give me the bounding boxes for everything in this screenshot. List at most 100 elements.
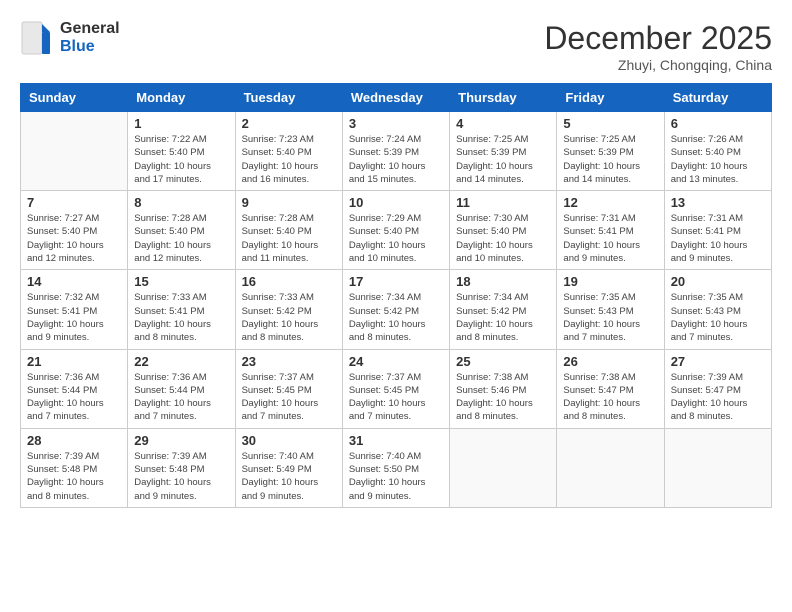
calendar-header-row: SundayMondayTuesdayWednesdayThursdayFrid… [21, 84, 772, 112]
day-number: 31 [349, 433, 443, 448]
day-number: 3 [349, 116, 443, 131]
day-number: 6 [671, 116, 765, 131]
day-info: Sunrise: 7:35 AMSunset: 5:43 PMDaylight:… [671, 291, 765, 344]
day-number: 12 [563, 195, 657, 210]
calendar-week-row: 1 Sunrise: 7:22 AMSunset: 5:40 PMDaylight… [21, 112, 772, 191]
day-number: 27 [671, 354, 765, 369]
day-number: 1 [134, 116, 228, 131]
day-number: 29 [134, 433, 228, 448]
column-header-saturday: Saturday [664, 84, 771, 112]
column-header-friday: Friday [557, 84, 664, 112]
day-info: Sunrise: 7:28 AMSunset: 5:40 PMDaylight:… [134, 212, 228, 265]
day-info: Sunrise: 7:35 AMSunset: 5:43 PMDaylight:… [563, 291, 657, 344]
column-header-tuesday: Tuesday [235, 84, 342, 112]
day-info: Sunrise: 7:38 AMSunset: 5:47 PMDaylight:… [563, 371, 657, 424]
day-info: Sunrise: 7:25 AMSunset: 5:39 PMDaylight:… [456, 133, 550, 186]
day-info: Sunrise: 7:32 AMSunset: 5:41 PMDaylight:… [27, 291, 121, 344]
day-number: 24 [349, 354, 443, 369]
day-info: Sunrise: 7:30 AMSunset: 5:40 PMDaylight:… [456, 212, 550, 265]
calendar-table: SundayMondayTuesdayWednesdayThursdayFrid… [20, 83, 772, 508]
calendar-cell: 11Sunrise: 7:30 AMSunset: 5:40 PMDayligh… [450, 191, 557, 270]
day-number: 23 [242, 354, 336, 369]
calendar-week-row: 7 Sunrise: 7:27 AMSunset: 5:40 PMDaylight… [21, 191, 772, 270]
day-number: 7 [27, 195, 121, 210]
day-number: 17 [349, 274, 443, 289]
day-info: Sunrise: 7:34 AMSunset: 5:42 PMDaylight:… [349, 291, 443, 344]
calendar-week-row: 28Sunrise: 7:39 AMSunset: 5:48 PMDayligh… [21, 428, 772, 507]
day-number: 9 [242, 195, 336, 210]
day-info: Sunrise: 7:23 AMSunset: 5:40 PMDaylight:… [242, 133, 336, 186]
calendar-cell: 7 Sunrise: 7:27 AMSunset: 5:40 PMDaylight… [21, 191, 128, 270]
column-header-wednesday: Wednesday [342, 84, 449, 112]
logo-text-blue: Blue [60, 38, 120, 56]
calendar-cell: 12 Sunrise: 7:31 AMSunset: 5:41 PMDayligh… [557, 191, 664, 270]
month-year-title: December 2025 [544, 20, 772, 57]
day-info: Sunrise: 7:40 AMSunset: 5:49 PMDaylight:… [242, 450, 336, 503]
calendar-cell: 17 Sunrise: 7:34 AMSunset: 5:42 PMDayligh… [342, 270, 449, 349]
calendar-cell: 19 Sunrise: 7:35 AMSunset: 5:43 PMDayligh… [557, 270, 664, 349]
calendar-cell: 28Sunrise: 7:39 AMSunset: 5:48 PMDayligh… [21, 428, 128, 507]
day-number: 15 [134, 274, 228, 289]
calendar-cell [450, 428, 557, 507]
day-info: Sunrise: 7:28 AMSunset: 5:40 PMDaylight:… [242, 212, 336, 265]
day-number: 14 [27, 274, 121, 289]
day-number: 18 [456, 274, 550, 289]
day-info: Sunrise: 7:37 AMSunset: 5:45 PMDaylight:… [242, 371, 336, 424]
calendar-cell: 18 Sunrise: 7:34 AMSunset: 5:42 PMDayligh… [450, 270, 557, 349]
day-number: 28 [27, 433, 121, 448]
day-info: Sunrise: 7:26 AMSunset: 5:40 PMDaylight:… [671, 133, 765, 186]
calendar-cell: 24Sunrise: 7:37 AMSunset: 5:45 PMDayligh… [342, 349, 449, 428]
calendar-cell: 9 Sunrise: 7:28 AMSunset: 5:40 PMDaylight… [235, 191, 342, 270]
calendar-week-row: 14 Sunrise: 7:32 AMSunset: 5:41 PMDayligh… [21, 270, 772, 349]
calendar-cell: 10 Sunrise: 7:29 AMSunset: 5:40 PMDayligh… [342, 191, 449, 270]
calendar-cell: 26 Sunrise: 7:38 AMSunset: 5:47 PMDayligh… [557, 349, 664, 428]
calendar-cell: 21 Sunrise: 7:36 AMSunset: 5:44 PMDayligh… [21, 349, 128, 428]
column-header-monday: Monday [128, 84, 235, 112]
day-info: Sunrise: 7:33 AMSunset: 5:41 PMDaylight:… [134, 291, 228, 344]
calendar-cell: 14 Sunrise: 7:32 AMSunset: 5:41 PMDayligh… [21, 270, 128, 349]
day-number: 22 [134, 354, 228, 369]
day-number: 10 [349, 195, 443, 210]
calendar-cell: 22Sunrise: 7:36 AMSunset: 5:44 PMDayligh… [128, 349, 235, 428]
column-header-thursday: Thursday [450, 84, 557, 112]
calendar-cell: 29Sunrise: 7:39 AMSunset: 5:48 PMDayligh… [128, 428, 235, 507]
day-number: 2 [242, 116, 336, 131]
calendar-week-row: 21 Sunrise: 7:36 AMSunset: 5:44 PMDayligh… [21, 349, 772, 428]
day-info: Sunrise: 7:36 AMSunset: 5:44 PMDaylight:… [27, 371, 121, 424]
day-info: Sunrise: 7:38 AMSunset: 5:46 PMDaylight:… [456, 371, 550, 424]
day-info: Sunrise: 7:31 AMSunset: 5:41 PMDaylight:… [563, 212, 657, 265]
calendar-cell: 31 Sunrise: 7:40 AMSunset: 5:50 PMDayligh… [342, 428, 449, 507]
column-header-sunday: Sunday [21, 84, 128, 112]
title-block: December 2025 Zhuyi, Chongqing, China [544, 20, 772, 73]
calendar-cell: 23 Sunrise: 7:37 AMSunset: 5:45 PMDayligh… [235, 349, 342, 428]
day-info: Sunrise: 7:31 AMSunset: 5:41 PMDaylight:… [671, 212, 765, 265]
page-header: General Blue December 2025 Zhuyi, Chongq… [20, 20, 772, 73]
day-number: 30 [242, 433, 336, 448]
day-number: 26 [563, 354, 657, 369]
day-number: 4 [456, 116, 550, 131]
day-number: 16 [242, 274, 336, 289]
day-number: 13 [671, 195, 765, 210]
day-info: Sunrise: 7:40 AMSunset: 5:50 PMDaylight:… [349, 450, 443, 503]
day-info: Sunrise: 7:27 AMSunset: 5:40 PMDaylight:… [27, 212, 121, 265]
day-number: 5 [563, 116, 657, 131]
calendar-cell: 16 Sunrise: 7:33 AMSunset: 5:42 PMDayligh… [235, 270, 342, 349]
location-subtitle: Zhuyi, Chongqing, China [544, 57, 772, 73]
logo: General Blue [20, 20, 120, 56]
day-info: Sunrise: 7:29 AMSunset: 5:40 PMDaylight:… [349, 212, 443, 265]
calendar-cell: 30 Sunrise: 7:40 AMSunset: 5:49 PMDayligh… [235, 428, 342, 507]
day-info: Sunrise: 7:34 AMSunset: 5:42 PMDaylight:… [456, 291, 550, 344]
day-info: Sunrise: 7:33 AMSunset: 5:42 PMDaylight:… [242, 291, 336, 344]
calendar-cell: 15 Sunrise: 7:33 AMSunset: 5:41 PMDayligh… [128, 270, 235, 349]
day-number: 19 [563, 274, 657, 289]
calendar-cell: 27 Sunrise: 7:39 AMSunset: 5:47 PMDayligh… [664, 349, 771, 428]
day-info: Sunrise: 7:22 AMSunset: 5:40 PMDaylight:… [134, 133, 228, 186]
calendar-cell: 13 Sunrise: 7:31 AMSunset: 5:41 PMDayligh… [664, 191, 771, 270]
calendar-cell: 3 Sunrise: 7:24 AMSunset: 5:39 PMDaylight… [342, 112, 449, 191]
calendar-cell [21, 112, 128, 191]
logo-svg [20, 20, 56, 56]
day-info: Sunrise: 7:39 AMSunset: 5:47 PMDaylight:… [671, 371, 765, 424]
day-number: 21 [27, 354, 121, 369]
calendar-cell: 4 Sunrise: 7:25 AMSunset: 5:39 PMDaylight… [450, 112, 557, 191]
day-info: Sunrise: 7:24 AMSunset: 5:39 PMDaylight:… [349, 133, 443, 186]
